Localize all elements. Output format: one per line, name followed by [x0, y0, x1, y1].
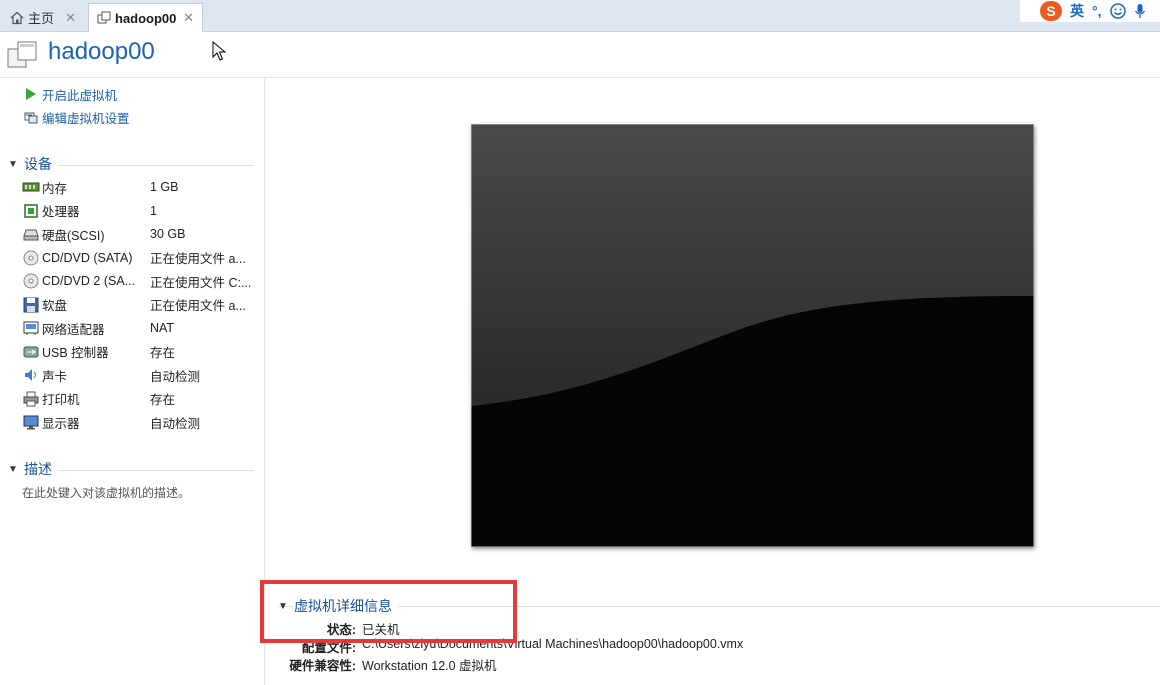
device-name: 硬盘(SCSI) [42, 228, 105, 243]
device-name: CD/DVD 2 (SA... [42, 274, 136, 288]
close-icon[interactable]: ✕ [65, 10, 76, 26]
ime-mode[interactable]: 英 [1070, 1, 1084, 21]
device-row[interactable]: 显示器 自动检测 [22, 411, 257, 433]
tab-bar: 主页 ✕ hadoop00 ✕ [0, 0, 1160, 32]
power-on-link[interactable]: 开启此虚拟机 [24, 85, 117, 103]
device-value: 正在使用文件 a... [150, 252, 246, 266]
device-name: 声卡 [42, 369, 68, 384]
vm-screen-preview[interactable] [471, 124, 1034, 547]
ime-punct[interactable]: °, [1092, 3, 1102, 19]
device-row[interactable]: 打印机 存在 [22, 388, 257, 410]
device-value: 自动检测 [150, 369, 201, 384]
device-name: 打印机 [42, 393, 80, 407]
highlight-annotation-box [260, 580, 517, 643]
device-value: 自动检测 [150, 416, 201, 431]
device-name: 处理器 [42, 205, 80, 219]
device-row[interactable]: 处理器 1 [22, 200, 257, 222]
vm-icon [97, 11, 111, 24]
divider [58, 164, 254, 166]
collapse-arrow-icon[interactable]: ▼ [8, 464, 24, 475]
ime-toolbar: S 英 °, [1020, 0, 1160, 22]
settings-icon [24, 112, 38, 124]
cd-icon [22, 273, 40, 289]
home-icon [10, 11, 24, 24]
device-value: 1 GB [150, 180, 179, 194]
device-row[interactable]: CD/DVD (SATA) 正在使用文件 a... [22, 247, 257, 269]
devices-section-header[interactable]: ▼ 设备 [8, 154, 254, 174]
collapse-arrow-icon[interactable]: ▼ [8, 159, 24, 170]
tab-home-label: 主页 [28, 11, 55, 26]
memory-icon [22, 179, 40, 195]
device-row[interactable]: 网络适配器 NAT [22, 317, 257, 339]
close-icon[interactable]: ✕ [183, 10, 194, 26]
device-row[interactable]: 声卡 自动检测 [22, 364, 257, 386]
printer-icon [22, 391, 40, 407]
device-row[interactable]: 硬盘(SCSI) 30 GB [22, 223, 257, 245]
cpu-icon [22, 203, 40, 219]
device-value: 存在 [150, 346, 176, 360]
detail-value: Workstation 12.0 虚拟机 [362, 659, 497, 673]
detail-key: 硬件兼容性: [289, 659, 356, 673]
network-icon [22, 320, 40, 336]
microphone-icon[interactable] [1134, 3, 1146, 19]
sound-icon [22, 367, 40, 383]
device-row[interactable]: USB 控制器 存在 [22, 341, 257, 363]
tab-home[interactable]: 主页 ✕ [2, 3, 84, 32]
usb-icon [22, 344, 40, 360]
emoji-icon[interactable] [1109, 3, 1126, 19]
detail-row-compat: 硬件兼容性: Workstation 12.0 虚拟机 [278, 655, 497, 673]
divider [58, 469, 254, 471]
play-icon [26, 88, 36, 100]
device-value: 30 GB [150, 227, 186, 241]
device-name: CD/DVD (SATA) [42, 250, 133, 265]
harddisk-icon [22, 226, 40, 242]
tab-hadoop00-label: hadoop00 [115, 10, 177, 26]
description-section-title: 描述 [24, 461, 52, 477]
power-on-label: 开启此虚拟机 [42, 88, 118, 103]
device-row[interactable]: 内存 1 GB [22, 176, 257, 198]
device-name: USB 控制器 [42, 346, 109, 360]
tab-hadoop00[interactable]: hadoop00 ✕ [88, 3, 203, 32]
vm-large-icon [7, 41, 37, 68]
edit-settings-link[interactable]: 编辑虚拟机设置 [24, 108, 130, 126]
description-section-header[interactable]: ▼ 描述 [8, 459, 254, 479]
vm-title: hadoop00 [48, 38, 155, 65]
cd-icon [22, 250, 40, 266]
device-value: NAT [150, 321, 175, 335]
devices-section-title: 设备 [24, 156, 52, 172]
device-name: 软盘 [42, 299, 68, 313]
sogou-logo-icon[interactable]: S [1040, 1, 1062, 21]
mouse-cursor-icon [212, 41, 227, 61]
device-value: 正在使用文件 a... [150, 299, 246, 313]
device-row[interactable]: CD/DVD 2 (SA... 正在使用文件 C:... [22, 270, 257, 292]
display-icon [22, 414, 40, 430]
device-name: 网络适配器 [42, 322, 105, 337]
vm-header: hadoop00 [0, 32, 1160, 78]
device-value: 存在 [150, 393, 176, 407]
device-value: 正在使用文件 C:... [150, 275, 252, 290]
device-row[interactable]: 软盘 正在使用文件 a... [22, 294, 257, 316]
floppy-icon [22, 297, 40, 313]
left-panel: 开启此虚拟机 编辑虚拟机设置 ▼ 设备 内存 1 GB 处理器 1 硬盘(SCSI) 30… [0, 78, 265, 685]
device-value: 1 [150, 203, 157, 218]
device-name: 内存 [42, 181, 68, 196]
device-name: 显示器 [42, 416, 80, 431]
description-field[interactable]: 在此处键入对该虚拟机的描述。 [22, 484, 190, 501]
edit-settings-label: 编辑虚拟机设置 [42, 111, 130, 126]
